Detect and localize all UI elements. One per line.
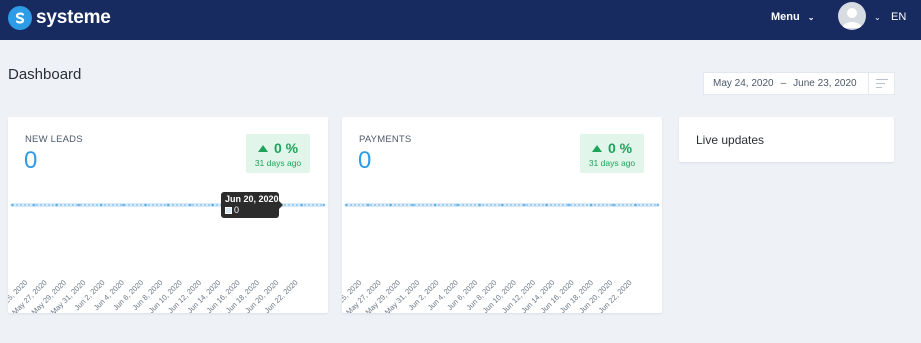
data-point[interactable]	[589, 203, 593, 207]
logo-text: systeme	[36, 7, 111, 28]
change-caption: 31 days ago	[588, 158, 636, 168]
avatar[interactable]	[838, 2, 866, 30]
data-point[interactable]	[500, 203, 504, 207]
date-end: June 23, 2020	[793, 78, 857, 89]
tooltip-arrow	[279, 201, 283, 209]
payments-card: PAYMENTS 0 0 % 31 days ago May 25, 2020M…	[342, 117, 662, 313]
change-caption: 31 days ago	[254, 158, 302, 168]
tooltip-swatch	[225, 207, 232, 214]
chart-tooltip: Jun 20, 2020 0	[221, 192, 279, 218]
data-point[interactable]	[656, 203, 660, 207]
change-percent: 0 %	[273, 140, 299, 156]
card-label: NEW LEADS	[25, 134, 83, 145]
arrow-up-icon	[257, 144, 268, 152]
data-point[interactable]	[77, 203, 81, 207]
chevron-down-icon: ⌄	[807, 12, 815, 22]
data-point[interactable]	[389, 203, 392, 207]
data-point[interactable]	[300, 203, 304, 207]
card-label: PAYMENTS	[359, 134, 412, 145]
menu-button[interactable]: Menu ⌄	[771, 11, 814, 23]
new-leads-card: NEW LEADS 0 0 % 31 days ago May 25, 2020…	[8, 117, 328, 313]
data-point[interactable]	[411, 203, 415, 207]
data-point[interactable]	[634, 203, 638, 207]
data-point[interactable]	[166, 203, 170, 207]
data-point[interactable]	[478, 203, 482, 207]
data-point[interactable]	[545, 203, 548, 207]
data-point[interactable]	[10, 203, 14, 207]
data-point[interactable]	[32, 203, 36, 207]
data-point[interactable]	[144, 203, 148, 207]
data-point[interactable]	[55, 203, 58, 207]
data-point[interactable]	[211, 203, 214, 207]
change-badge: 0 % 31 days ago	[580, 134, 644, 173]
card-value: 0	[24, 147, 38, 174]
data-point[interactable]	[99, 203, 103, 207]
data-point[interactable]	[433, 203, 437, 207]
data-point[interactable]	[612, 203, 615, 207]
tooltip-value: 0	[234, 205, 240, 215]
data-point[interactable]	[344, 203, 348, 207]
date-start: May 24, 2020	[713, 78, 774, 89]
top-navbar: systeme Menu ⌄ ⌄ EN	[0, 0, 921, 40]
data-point[interactable]	[122, 203, 125, 207]
filter-lines-icon	[875, 79, 888, 88]
tooltip-date: Jun 20, 2020	[225, 194, 279, 204]
change-percent: 0 %	[607, 140, 633, 156]
data-point[interactable]	[456, 203, 459, 207]
menu-label: Menu	[771, 11, 800, 23]
new-leads-chart[interactable]: May 25, 2020May 27, 2020May 29, 2020May …	[8, 197, 328, 313]
page-title: Dashboard	[8, 66, 82, 83]
card-value: 0	[358, 147, 372, 174]
data-point[interactable]	[188, 203, 192, 207]
arrow-up-icon	[591, 144, 602, 152]
date-separator: –	[780, 78, 787, 89]
chevron-down-icon[interactable]: ⌄	[874, 13, 881, 22]
live-updates-title: Live updates	[696, 133, 765, 147]
change-badge: 0 % 31 days ago	[246, 134, 310, 173]
filter-button[interactable]	[869, 72, 895, 95]
data-point[interactable]	[567, 203, 571, 207]
data-point[interactable]	[522, 203, 526, 207]
live-updates-card: Live updates	[679, 117, 894, 162]
logo[interactable]: systeme	[8, 6, 111, 30]
date-range-picker[interactable]: May 24, 2020 – June 23, 2020	[703, 72, 869, 95]
data-point[interactable]	[322, 203, 326, 207]
data-point[interactable]	[366, 203, 370, 207]
payments-chart[interactable]: May 25, 2020May 27, 2020May 29, 2020May …	[342, 197, 662, 313]
language-selector[interactable]: EN	[891, 11, 906, 23]
logo-icon	[8, 6, 32, 30]
